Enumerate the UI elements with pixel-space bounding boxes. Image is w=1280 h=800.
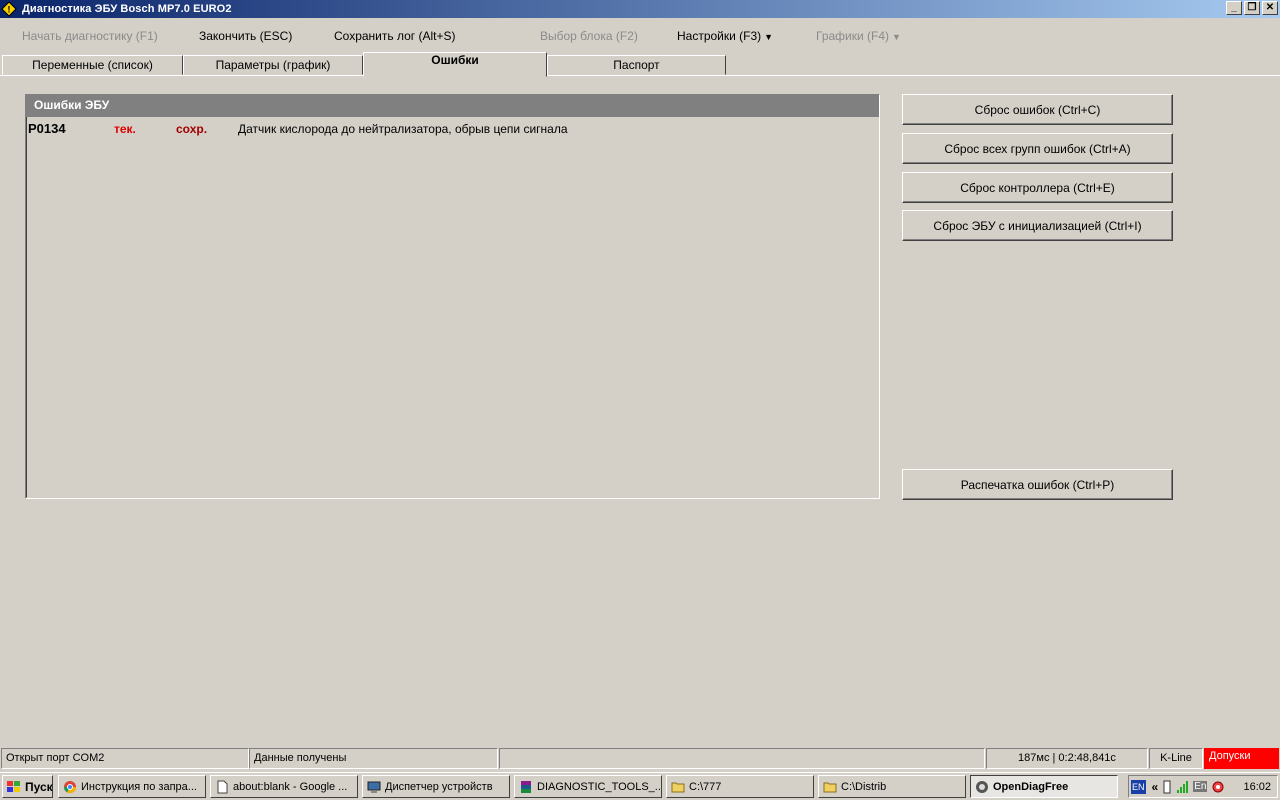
task-folder-777[interactable]: C:\777 xyxy=(666,775,814,798)
menu-start-diagnostics[interactable]: Начать диагностику (F1) xyxy=(22,29,158,43)
errors-panel-frame xyxy=(26,95,879,498)
language-indicator[interactable]: EN xyxy=(1131,779,1146,794)
tab-passport[interactable]: Паспорт xyxy=(547,55,726,75)
menu-graphs[interactable]: Графики (F4) ▼ xyxy=(816,29,901,43)
title-bar: ! Диагностика ЭБУ Bosch MP7.0 EURO2 _ ❐ … xyxy=(0,0,1280,18)
menu-settings-label: Настройки (F3) xyxy=(677,29,762,43)
menu-graphs-label: Графики (F4) xyxy=(816,29,890,43)
status-timing: 187мс | 0:2:48,841с xyxy=(986,748,1148,769)
error-row[interactable]: P0134 тек. сохр. Датчик кислорода до ней… xyxy=(28,121,873,137)
clock[interactable]: 16:02 xyxy=(1243,781,1271,793)
task-opendiagfree[interactable]: OpenDiagFree xyxy=(970,775,1118,798)
reset-errors-button[interactable]: Сброс ошибок (Ctrl+C) xyxy=(902,94,1173,125)
tab-variables-list[interactable]: Переменные (список) xyxy=(2,55,183,75)
task-label: C:\Distrib xyxy=(841,780,887,793)
dropdown-arrow-icon: ▼ xyxy=(764,32,774,42)
system-tray: EN « En 16:02 xyxy=(1128,775,1278,798)
error-code: P0134 xyxy=(28,121,66,136)
error-description: Датчик кислорода до нейтрализатора, обры… xyxy=(238,122,568,136)
tab-bar: Переменные (список) Параметры (график) О… xyxy=(0,52,1280,77)
task-about-blank[interactable]: about:blank - Google ... xyxy=(210,775,358,798)
error-saved-flag: сохр. xyxy=(176,122,208,136)
reset-ecu-init-button[interactable]: Сброс ЭБУ с инициализацией (Ctrl+I) xyxy=(902,210,1173,241)
task-label: Диспетчер устройств xyxy=(385,780,493,793)
main-window: Начать диагностику (F1) Закончить (ESC) … xyxy=(0,18,1280,772)
window-title: Диагностика ЭБУ Bosch MP7.0 EURO2 xyxy=(22,3,232,15)
tab-errors[interactable]: Ошибки xyxy=(363,52,547,77)
windows-logo-icon xyxy=(6,780,22,794)
reset-all-groups-button[interactable]: Сброс всех групп ошибок (Ctrl+A) xyxy=(902,133,1173,164)
task-label: DIAGNOSTIC_TOOLS_... xyxy=(537,780,662,793)
start-label: Пуск xyxy=(25,779,53,794)
network-icon[interactable] xyxy=(1211,780,1225,794)
menu-select-block[interactable]: Выбор блока (F2) xyxy=(540,29,638,43)
status-bar: Открыт порт COM2 Данные получены 187мс |… xyxy=(0,746,1280,770)
task-label: C:\777 xyxy=(689,780,722,793)
minimize-button[interactable]: _ xyxy=(1226,1,1242,15)
svg-text:!: ! xyxy=(8,5,11,15)
status-protocol: K-Line xyxy=(1149,748,1203,769)
errors-panel: Ошибки ЭБУ P0134 тек. сохр. Датчик кисло… xyxy=(25,94,880,499)
task-chrome-instructions[interactable]: Инструкция по запра... xyxy=(58,775,206,798)
menu-bar: Начать диагностику (F1) Закончить (ESC) … xyxy=(0,18,1280,54)
winrar-icon xyxy=(519,780,533,794)
taskbar: Пуск Инструкция по запра... about:blank … xyxy=(0,772,1280,800)
print-errors-button[interactable]: Распечатка ошибок (Ctrl+P) xyxy=(902,469,1173,500)
task-device-manager[interactable]: Диспетчер устройств xyxy=(362,775,510,798)
reset-controller-button[interactable]: Сброс контроллера (Ctrl+E) xyxy=(902,172,1173,203)
folder-icon xyxy=(671,780,685,794)
status-tolerances[interactable]: Допуски xyxy=(1204,748,1279,769)
dropdown-arrow-icon: ▼ xyxy=(892,32,901,42)
status-empty xyxy=(499,748,985,769)
error-current-flag: тек. xyxy=(114,122,136,136)
signal-icon[interactable] xyxy=(1176,780,1190,794)
document-icon xyxy=(215,780,229,794)
restore-button[interactable]: ❐ xyxy=(1244,1,1260,15)
computer-icon xyxy=(367,780,381,794)
tab-divider xyxy=(0,75,1280,76)
task-diagnostic-tools[interactable]: DIAGNOSTIC_TOOLS_... xyxy=(514,775,662,798)
usb-device-icon[interactable] xyxy=(1162,780,1172,794)
status-port: Открыт порт COM2 xyxy=(1,748,249,769)
close-button[interactable]: ✕ xyxy=(1262,1,1278,15)
task-label: about:blank - Google ... xyxy=(233,780,348,793)
status-data: Данные получены xyxy=(249,748,498,769)
chrome-icon xyxy=(63,780,77,794)
app-icon: ! xyxy=(1,1,17,17)
app-icon xyxy=(975,780,989,794)
menu-finish[interactable]: Закончить (ESC) xyxy=(199,29,292,43)
errors-panel-header: Ошибки ЭБУ xyxy=(26,95,879,117)
start-button[interactable]: Пуск xyxy=(2,775,53,798)
menu-settings[interactable]: Настройки (F3) ▼ xyxy=(677,29,773,43)
tray-expand-icon[interactable]: « xyxy=(1152,780,1159,794)
input-language-indicator[interactable]: En xyxy=(1193,781,1208,792)
task-label: Инструкция по запра... xyxy=(81,780,197,793)
menu-save-log[interactable]: Сохранить лог (Alt+S) xyxy=(334,29,456,43)
tab-parameters-graph[interactable]: Параметры (график) xyxy=(183,55,363,75)
folder-icon xyxy=(823,780,837,794)
task-folder-distrib[interactable]: C:\Distrib xyxy=(818,775,966,798)
task-label: OpenDiagFree xyxy=(993,780,1069,793)
